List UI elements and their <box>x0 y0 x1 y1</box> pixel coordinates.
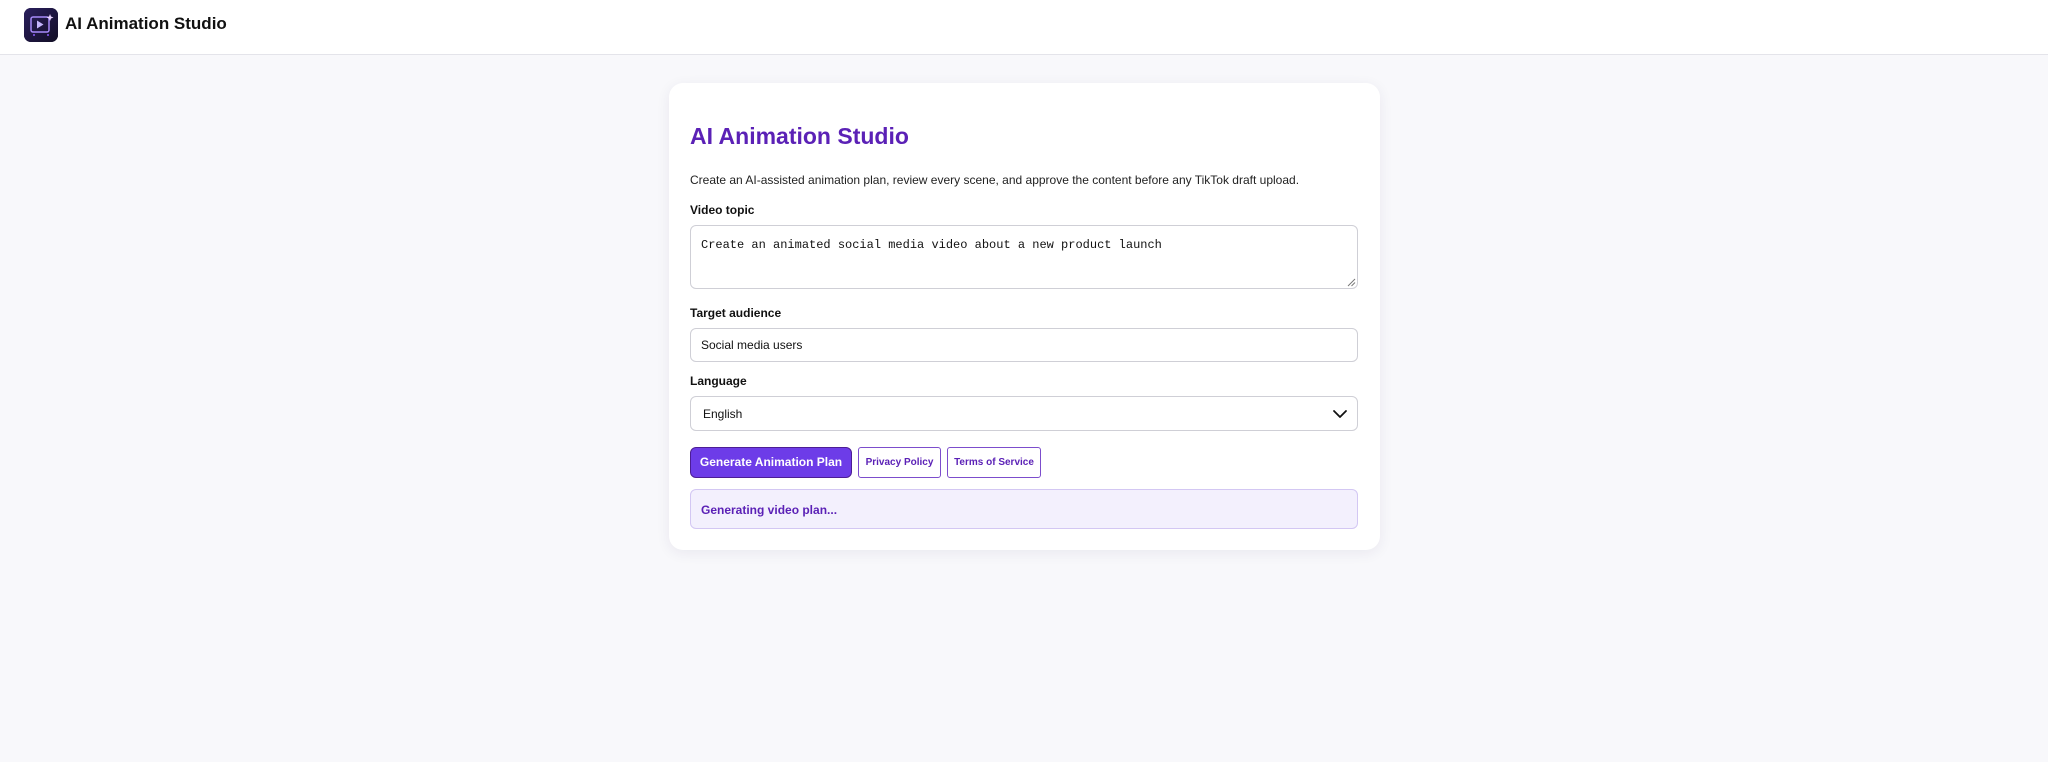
language-select[interactable]: English <box>690 396 1358 431</box>
video-topic-input[interactable]: Create an animated social media video ab… <box>690 225 1358 289</box>
status-message-box: Generating video plan... <box>690 489 1358 529</box>
language-label: Language <box>690 374 747 388</box>
top-bar: AI Animation Studio <box>0 0 2048 55</box>
target-audience-label: Target audience <box>690 306 782 320</box>
terms-of-service-button[interactable]: Terms of Service <box>947 447 1041 478</box>
target-audience-input[interactable] <box>690 328 1358 362</box>
page-title: AI Animation Studio <box>690 123 909 149</box>
page-description: Create an AI-assisted animation plan, re… <box>690 173 1300 187</box>
generate-animation-plan-button[interactable]: Generate Animation Plan <box>690 447 852 478</box>
app-logo-icon[interactable] <box>24 8 58 42</box>
resize-handle-icon[interactable] <box>1347 278 1356 287</box>
video-topic-label: Video topic <box>690 203 755 217</box>
chevron-down-icon <box>1333 410 1347 418</box>
status-message: Generating video plan... <box>701 503 838 517</box>
animation-form-card: AI Animation Studio Create an AI-assiste… <box>669 83 1380 550</box>
play-sparkle-icon <box>24 8 58 42</box>
privacy-policy-button[interactable]: Privacy Policy <box>858 447 941 478</box>
language-selected-value: English <box>703 407 743 421</box>
app-title: AI Animation Studio <box>65 14 227 33</box>
